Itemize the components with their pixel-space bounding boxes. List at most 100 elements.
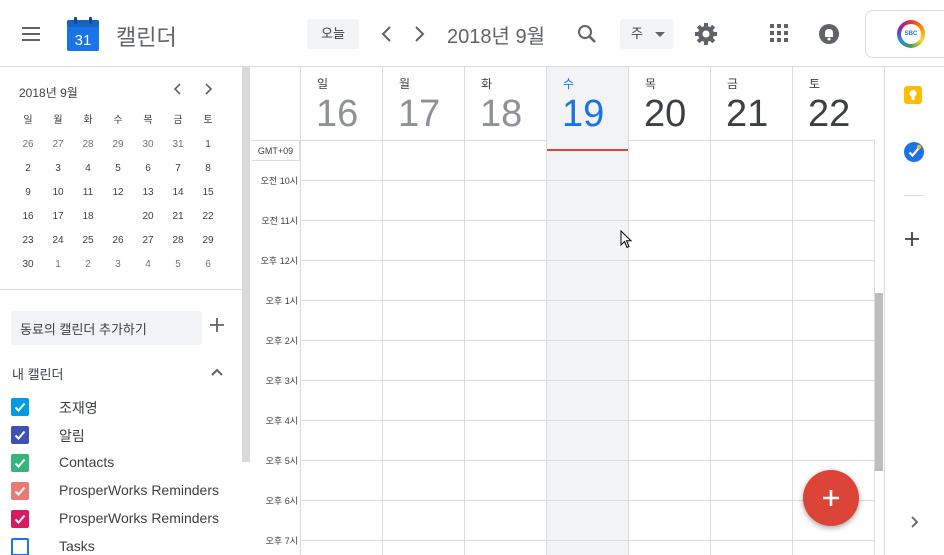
mini-day[interactable]: 26 [13, 133, 43, 157]
mini-day[interactable]: 22 [193, 205, 223, 229]
mini-prev-month-button[interactable] [170, 81, 186, 101]
mini-day[interactable]: 18 [73, 205, 103, 229]
add-calendar-plus-icon[interactable] [209, 317, 225, 337]
mini-day[interactable]: 29 [193, 229, 223, 253]
mini-day[interactable]: 5 [103, 157, 133, 181]
mini-calendar-week: 16 17 18 19 20 21 22 [13, 205, 223, 229]
mini-day[interactable]: 29 [103, 133, 133, 157]
notifications-button[interactable] [817, 22, 841, 46]
mini-day[interactable]: 14 [163, 181, 193, 205]
day-number[interactable]: 22 [808, 93, 850, 136]
collapse-my-calendars-button[interactable] [209, 364, 225, 380]
account-button[interactable]: SBC [865, 10, 944, 58]
create-event-button[interactable] [803, 470, 859, 526]
mini-day[interactable]: 4 [73, 157, 103, 181]
calendar-list-item[interactable]: 조재영 [11, 395, 236, 423]
search-button[interactable] [572, 19, 602, 49]
day-number[interactable]: 20 [644, 93, 686, 136]
time-grid[interactable] [300, 141, 875, 555]
mini-calendar-week: 9 10 11 12 13 14 15 [13, 181, 223, 205]
mini-day[interactable]: 13 [133, 181, 163, 205]
mini-day[interactable]: 27 [133, 229, 163, 253]
settings-button[interactable] [692, 20, 720, 48]
mouse-cursor-icon [620, 230, 633, 249]
day-column-header[interactable]: 수 19 [546, 67, 628, 141]
day-number[interactable]: 16 [316, 93, 358, 136]
mini-day[interactable]: 6 [133, 157, 163, 181]
mini-day[interactable]: 5 [163, 253, 193, 277]
mini-day[interactable]: 8 [193, 157, 223, 181]
calendar-logo-icon[interactable]: 31 [67, 17, 99, 51]
day-column-header[interactable]: 월 17 [382, 67, 464, 141]
mini-day[interactable]: 15 [193, 181, 223, 205]
mini-day[interactable]: 2 [13, 157, 43, 181]
day-number[interactable]: 17 [398, 93, 440, 136]
mini-day[interactable]: 21 [163, 205, 193, 229]
google-apps-button[interactable] [770, 24, 790, 44]
avatar[interactable]: SBC [897, 20, 925, 48]
calendar-list-item[interactable]: Contacts [11, 451, 236, 479]
mini-day[interactable]: 30 [133, 133, 163, 157]
main-scrollbar[interactable] [875, 293, 883, 471]
mini-day[interactable]: 24 [43, 229, 73, 253]
calendar-checkbox[interactable] [11, 454, 29, 472]
mini-day[interactable]: 30 [13, 253, 43, 277]
today-button[interactable]: 오늘 [307, 19, 359, 49]
day-number[interactable]: 19 [562, 93, 604, 136]
day-column-header[interactable]: 일 16 [300, 67, 382, 141]
mini-day[interactable]: 28 [73, 133, 103, 157]
tasks-icon[interactable] [904, 142, 924, 162]
mini-day[interactable]: 7 [163, 157, 193, 181]
mini-day[interactable]: 2 [73, 253, 103, 277]
mini-day[interactable]: 3 [43, 157, 73, 181]
sidebar-scrollbar[interactable] [242, 67, 250, 462]
mini-day[interactable]: 16 [13, 205, 43, 229]
calendar-checkbox[interactable] [11, 398, 29, 416]
mini-day[interactable]: 10 [43, 181, 73, 205]
mini-day[interactable]: 6 [193, 253, 223, 277]
mini-day[interactable]: 25 [73, 229, 103, 253]
add-addon-plus-icon[interactable] [904, 229, 920, 251]
calendar-checkbox[interactable] [11, 426, 29, 444]
day-column-header[interactable]: 금 21 [710, 67, 792, 141]
mini-day-number: 14 [172, 187, 184, 198]
next-week-button[interactable] [407, 22, 431, 46]
mini-day[interactable]: 1 [193, 133, 223, 157]
mini-day-number: 2 [85, 259, 91, 270]
expand-panel-chevron-icon[interactable] [907, 515, 921, 534]
day-column-header[interactable]: 화 18 [464, 67, 546, 141]
mini-day[interactable]: 11 [73, 181, 103, 205]
mini-day[interactable]: 31 [163, 133, 193, 157]
main-menu-button[interactable] [14, 18, 46, 50]
mini-day[interactable]: 4 [133, 253, 163, 277]
calendar-list-item[interactable]: ProsperWorks Reminders [11, 479, 236, 507]
day-column-header[interactable]: 토 22 [792, 67, 874, 141]
day-number[interactable]: 21 [726, 93, 768, 136]
my-calendars-header[interactable]: 내 캘린더 [12, 364, 63, 383]
mini-day[interactable]: 1 [43, 253, 73, 277]
mini-next-month-button[interactable] [200, 81, 216, 101]
day-column-header[interactable]: 목 20 [628, 67, 710, 141]
calendar-checkbox[interactable] [11, 510, 29, 528]
previous-week-button[interactable] [375, 22, 399, 46]
calendar-list-item[interactable]: Tasks [11, 535, 236, 555]
keep-icon[interactable] [904, 86, 922, 104]
calendar-list-item[interactable]: 알림 [11, 423, 236, 451]
mini-day[interactable]: 9 [13, 181, 43, 205]
add-calendar-input[interactable]: 동료의 캘린더 추가하기 [11, 311, 202, 345]
mini-day[interactable]: 27 [43, 133, 73, 157]
mini-day[interactable]: 3 [103, 253, 133, 277]
mini-day[interactable]: 23 [13, 229, 43, 253]
view-select[interactable]: 주 [620, 19, 673, 49]
mini-day[interactable]: 20 [133, 205, 163, 229]
mini-day[interactable]: 28 [163, 229, 193, 253]
mini-day[interactable]: 26 [103, 229, 133, 253]
mini-day-today[interactable]: 19 [103, 205, 133, 229]
mini-day[interactable]: 17 [43, 205, 73, 229]
day-number[interactable]: 18 [480, 93, 522, 136]
calendar-checkbox[interactable] [11, 538, 29, 555]
mini-day[interactable]: 12 [103, 181, 133, 205]
mini-day-number: 17 [52, 211, 64, 222]
calendar-list-item[interactable]: ProsperWorks Reminders [11, 507, 236, 535]
calendar-checkbox[interactable] [11, 482, 29, 500]
